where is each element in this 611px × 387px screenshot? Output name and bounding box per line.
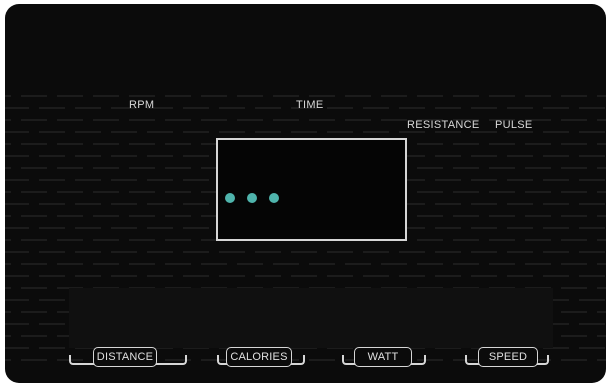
indicator-dot (247, 193, 257, 203)
speed-button-label[interactable]: SPEED (478, 347, 538, 367)
indicator-dot (225, 193, 235, 203)
rpm-label: RPM (129, 99, 155, 111)
lower-display-panel (69, 288, 553, 348)
time-label: TIME (296, 99, 324, 111)
distance-button-label[interactable]: DISTANCE (93, 347, 157, 367)
pulse-label: PULSE (495, 119, 533, 131)
watt-button[interactable]: WATT (342, 347, 428, 373)
lcd-display (216, 138, 407, 241)
exercise-console: RPM TIME RESISTANCE PULSE DISTANCE CALOR… (5, 4, 606, 383)
watt-button-label[interactable]: WATT (354, 347, 412, 367)
speed-button[interactable]: SPEED (465, 347, 551, 373)
resistance-label: RESISTANCE (407, 119, 480, 131)
distance-button[interactable]: DISTANCE (69, 347, 189, 373)
calories-button-label[interactable]: CALORIES (226, 347, 292, 367)
calories-button[interactable]: CALORIES (217, 347, 309, 373)
indicator-dot (269, 193, 279, 203)
